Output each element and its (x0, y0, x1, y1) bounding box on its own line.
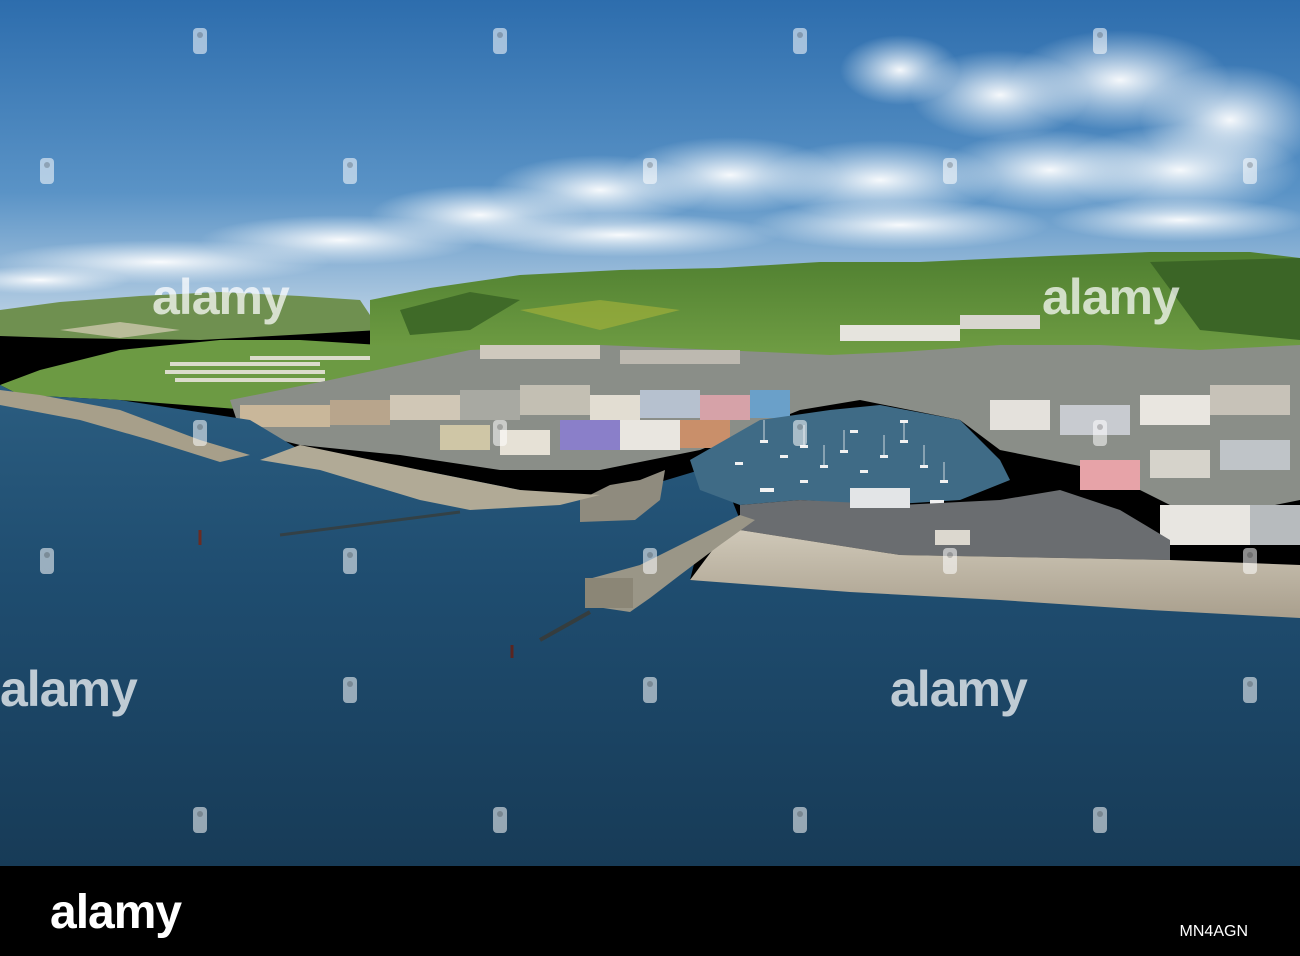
image-code: MN4AGN (1179, 923, 1248, 940)
watermark-text: alamy (152, 269, 290, 325)
stock-photo: alamy alamy alamy alamy alamy MN4AGN (0, 0, 1300, 956)
watermark-text: alamy (890, 661, 1028, 717)
watermark-text: alamy (0, 661, 138, 717)
watermark-footer-bar (0, 866, 1300, 956)
brand-logo: alamy (50, 886, 182, 939)
watermark-text: alamy (1042, 269, 1180, 325)
